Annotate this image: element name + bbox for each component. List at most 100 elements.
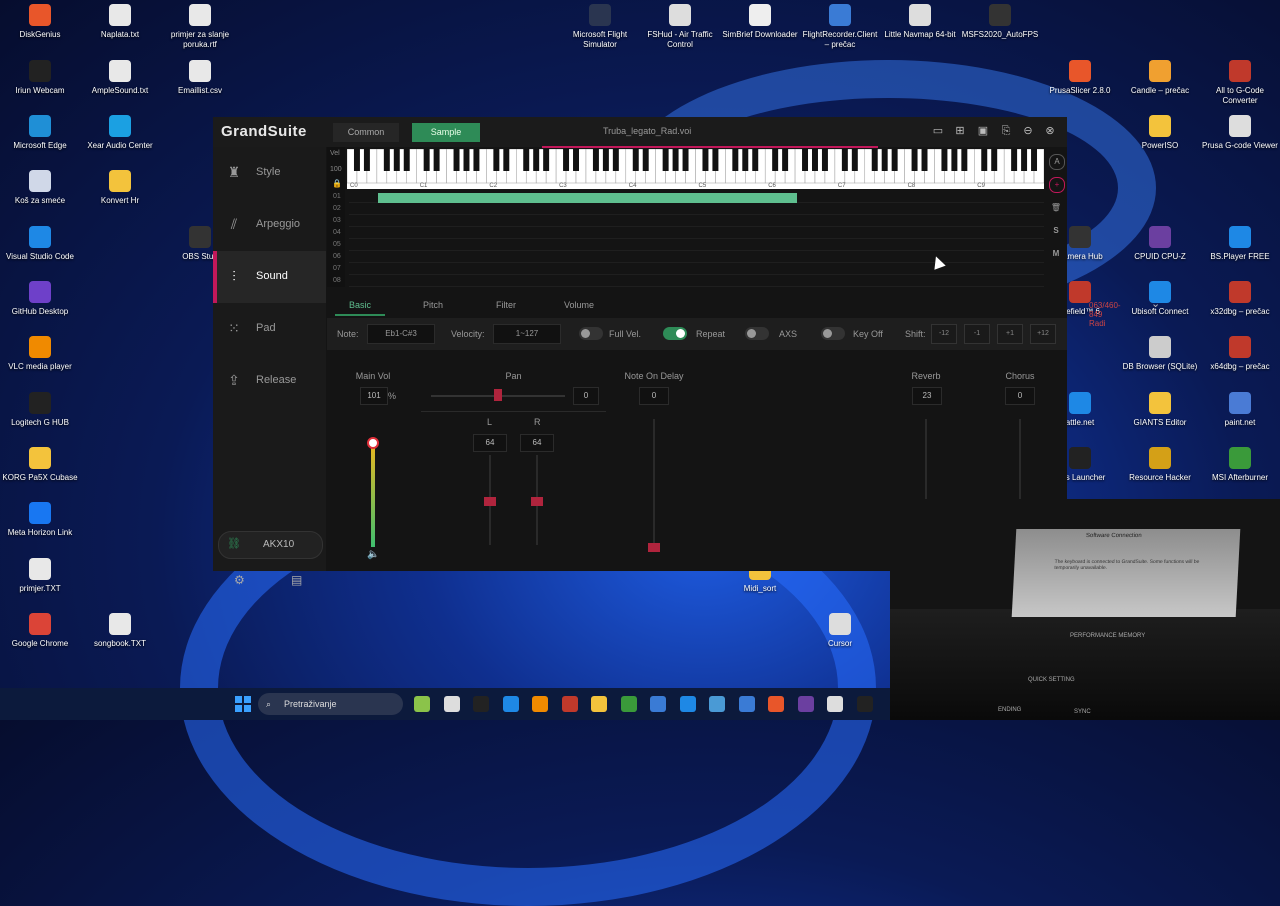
black-key[interactable] xyxy=(393,149,400,171)
black-key[interactable] xyxy=(752,149,759,171)
black-key[interactable] xyxy=(981,149,988,171)
black-key[interactable] xyxy=(383,149,390,171)
shift-plus-12-button[interactable]: +12 xyxy=(1030,324,1056,344)
device-connection-button[interactable]: ⛓ AKX10 xyxy=(218,531,323,559)
pan-slider[interactable] xyxy=(494,389,502,401)
note-on-delay-fader[interactable] xyxy=(648,543,660,552)
tab-basic[interactable]: Basic xyxy=(334,300,386,316)
save-icon[interactable]: ▣ xyxy=(976,124,990,138)
desktop-icon-github[interactable]: GitHub Desktop xyxy=(0,281,80,317)
black-key[interactable] xyxy=(1011,149,1018,171)
taskbar-app-icon[interactable] xyxy=(443,696,460,712)
black-key[interactable] xyxy=(881,149,888,171)
black-key[interactable] xyxy=(453,149,460,171)
desktop-icon-konvert[interactable]: Konvert Hr xyxy=(80,170,160,206)
black-key[interactable] xyxy=(961,149,968,171)
desktop-icon-prusaslicer[interactable]: PrusaSlicer 2.8.0 xyxy=(1040,60,1120,96)
black-key[interactable] xyxy=(1031,149,1038,171)
sidebar-item-style[interactable]: ♜ Style xyxy=(213,147,326,199)
black-key[interactable] xyxy=(941,149,948,171)
a-button[interactable]: A xyxy=(1049,154,1065,170)
sidebar-item-pad[interactable]: ⁙ Pad xyxy=(213,303,326,355)
black-key[interactable] xyxy=(533,149,540,171)
desktop-icon-naplata[interactable]: Naplata.txt xyxy=(80,4,160,40)
taskbar-app-icon[interactable] xyxy=(738,696,755,712)
shift-minus-1-button[interactable]: -1 xyxy=(964,324,990,344)
book-icon[interactable]: ▤ xyxy=(291,573,302,587)
black-key[interactable] xyxy=(742,149,749,171)
black-key[interactable] xyxy=(911,149,918,171)
save-as-icon[interactable]: ⎘ xyxy=(999,124,1013,138)
black-key[interactable] xyxy=(363,149,370,171)
sidebar-item-release[interactable]: ⇪ Release xyxy=(213,355,326,407)
taskbar-search[interactable]: ⌕ Pretraživanje xyxy=(258,693,403,715)
desktop-icon-songbook[interactable]: songbook.TXT xyxy=(80,613,160,649)
taskbar-app-icon[interactable] xyxy=(709,696,725,712)
sample-rows[interactable]: 01 02 03 04 05 06 07 08 xyxy=(327,191,1044,287)
black-key[interactable] xyxy=(632,149,639,171)
chevron-down-icon[interactable]: ⌄ xyxy=(1151,297,1160,310)
desktop-icon-simbrief[interactable]: SimBrief Downloader xyxy=(720,4,800,40)
left-value[interactable]: 64 xyxy=(473,434,507,452)
black-key[interactable] xyxy=(353,149,360,171)
left-fader[interactable] xyxy=(484,497,496,506)
desktop-icon-primjer-pdf[interactable]: primjer za slanje poruka.rtf xyxy=(160,4,240,50)
desktop-icon-vlc[interactable]: VLC media player xyxy=(0,336,80,372)
black-key[interactable] xyxy=(523,149,530,171)
black-key[interactable] xyxy=(1021,149,1028,171)
taskbar-app-icon[interactable] xyxy=(768,696,784,712)
desktop-icon-recycle[interactable]: Koš za smeće xyxy=(0,170,80,206)
desktop-icon-littlenavmap[interactable]: Little Navmap 64-bit xyxy=(880,4,960,40)
chorus-value[interactable]: 0 xyxy=(1005,387,1035,405)
desktop-icon-fshud[interactable]: FSHud - Air Traffic Control xyxy=(640,4,720,50)
new-file-icon[interactable]: ⊞ xyxy=(953,124,967,138)
taskbar-app-icon[interactable] xyxy=(591,696,607,712)
black-key[interactable] xyxy=(712,149,719,171)
black-key[interactable] xyxy=(732,149,739,171)
taskbar-app-icon[interactable] xyxy=(827,696,843,712)
desktop-icon-edge[interactable]: Microsoft Edge xyxy=(0,115,80,151)
shift-plus-1-button[interactable]: +1 xyxy=(997,324,1023,344)
black-key[interactable] xyxy=(573,149,580,171)
tab-volume[interactable]: Volume xyxy=(564,300,594,310)
note-range-field[interactable]: Eb1-C#3 xyxy=(367,324,435,344)
desktop-icon-amplesound[interactable]: AmpleSound.txt xyxy=(80,60,160,96)
desktop-icon-chrome[interactable]: Google Chrome xyxy=(0,613,80,649)
black-key[interactable] xyxy=(672,149,679,171)
desktop-icon-poweriso[interactable]: PowerISO xyxy=(1120,115,1200,151)
desktop-icon-x64dbg[interactable]: x64dbg – prečac xyxy=(1200,336,1280,372)
black-key[interactable] xyxy=(682,149,689,171)
velocity-range-field[interactable]: 1~127 xyxy=(493,324,561,344)
full-vel-toggle[interactable] xyxy=(579,327,603,340)
desktop-icon-emaillist[interactable]: Emaillist.csv xyxy=(160,60,240,96)
black-key[interactable] xyxy=(423,149,430,171)
desktop-icon-vscode[interactable]: Visual Studio Code xyxy=(0,226,80,262)
taskbar-app-icon[interactable] xyxy=(561,696,578,712)
windows-start-icon[interactable] xyxy=(235,696,251,712)
sidebar-item-arpeggio[interactable]: ⫽ Arpeggio xyxy=(213,199,326,251)
desktop-icon-msfsautofps[interactable]: MSFS2020_AutoFPS xyxy=(960,4,1040,40)
lock-icon[interactable]: 🔒 xyxy=(332,179,342,188)
close-icon[interactable]: ⊗ xyxy=(1043,124,1057,138)
black-key[interactable] xyxy=(403,149,410,171)
main-vol-value[interactable]: 101 xyxy=(360,387,388,405)
black-key[interactable] xyxy=(851,149,858,171)
minimize-icon[interactable]: ⊖ xyxy=(1021,124,1035,138)
desktop-icon-meta[interactable]: Meta Horizon Link xyxy=(0,502,80,538)
right-fader[interactable] xyxy=(531,497,543,506)
black-key[interactable] xyxy=(871,149,878,171)
open-folder-icon[interactable]: ▭ xyxy=(931,124,945,138)
black-key[interactable] xyxy=(951,149,958,171)
taskbar-app-icon[interactable] xyxy=(532,696,548,712)
black-key[interactable] xyxy=(473,149,480,171)
desktop-icon-prusagcode[interactable]: Prusa G-code Viewer xyxy=(1200,115,1280,151)
pan-value[interactable]: 0 xyxy=(573,387,599,405)
desktop-icon-logitech[interactable]: Logitech G HUB xyxy=(0,392,80,428)
black-key[interactable] xyxy=(821,149,828,171)
taskbar-app-icon[interactable] xyxy=(414,696,430,712)
black-key[interactable] xyxy=(642,149,649,171)
taskbar-app-icon[interactable] xyxy=(502,696,519,712)
desktop-icon-giants[interactable]: GIANTS Editor xyxy=(1120,392,1200,428)
desktop-icon-iriun[interactable]: Iriun Webcam xyxy=(0,60,80,96)
desktop-icon-bsplayer[interactable]: BS.Player FREE xyxy=(1200,226,1280,262)
